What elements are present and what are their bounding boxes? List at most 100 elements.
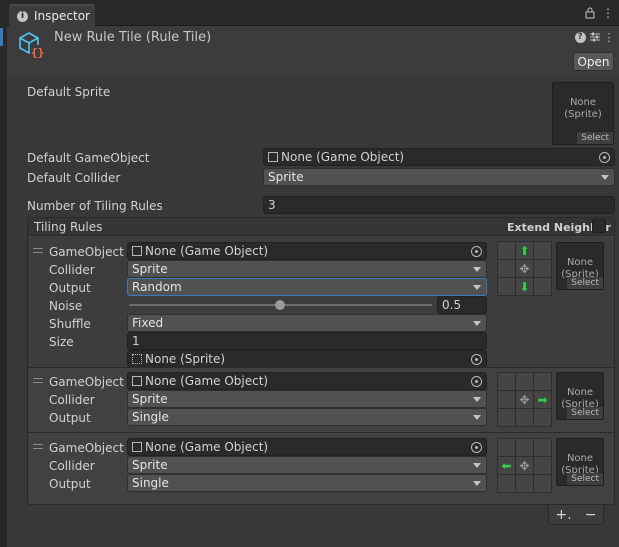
more-icon[interactable]: ⋮ [601,6,615,20]
rule1-sprite-value: None (Sprite) [145,352,226,366]
chevron-down-icon [473,267,481,272]
sprite-select-button[interactable]: Select [577,132,613,144]
grid-cell[interactable] [498,409,515,426]
rule1-noise-input[interactable]: 0.5 [437,296,487,314]
rule2-sprite-box[interactable]: None (Sprite) Select [556,372,604,420]
grid-cell[interactable] [534,475,551,492]
gameobject-icon [132,246,142,256]
add-rule-button[interactable]: +. [556,507,572,523]
rule3-sprite-box[interactable]: None (Sprite) Select [556,438,604,486]
rule1-sprite-box[interactable]: None (Sprite) Select [556,242,604,290]
rule3-gameobject-value: None (Game Object) [145,440,269,454]
rule1-gameobject-value: None (Game Object) [145,244,269,258]
sidebar-marker [0,28,3,46]
rule1-output-dropdown[interactable]: Random [127,278,487,296]
rule-divider [28,432,614,433]
default-gameobject-field[interactable]: None (Game Object) [263,148,615,166]
lock-icon[interactable] [583,6,597,20]
object-picker-icon[interactable] [471,376,482,387]
rule1-noise-label: Noise [49,299,83,313]
open-button[interactable]: Open [573,52,614,71]
grid-cell[interactable] [534,373,551,390]
grid-cell[interactable] [534,242,551,259]
rule2-gameobject-field[interactable]: None (Game Object) [127,372,487,390]
info-icon: i [17,10,28,22]
default-gameobject-label: Default GameObject [27,151,150,165]
grid-cell[interactable] [534,439,551,456]
rule1-shuffle-dropdown[interactable]: Fixed [127,314,487,332]
asset-title: New Rule Tile (Rule Tile) [54,30,212,45]
chevron-down-icon [473,415,481,420]
help-icon[interactable]: ? [573,30,587,44]
rule3-output-label: Output [49,477,91,491]
grid-cell[interactable] [534,457,551,474]
grid-cell[interactable] [534,260,551,277]
rule1-gameobject-field[interactable]: None (Game Object) [127,242,487,260]
object-picker-icon[interactable] [599,152,610,163]
rule2-collider-dropdown[interactable]: Sprite [127,390,487,408]
more-icon[interactable]: ⋮ [602,30,616,44]
rule3-neighbor-grid[interactable]: ⬅ ✥ [497,438,552,493]
sprite-select-button[interactable]: Select [567,277,603,289]
drag-handle-icon[interactable] [33,248,43,253]
rule3-collider-dropdown[interactable]: Sprite [127,456,487,474]
grid-cell[interactable] [516,439,533,456]
drag-handle-icon[interactable] [33,444,43,449]
rule1-neighbor-grid[interactable]: ⬆ ✥ ⬇ [497,241,552,296]
arrow-right-icon[interactable]: ➡ [534,391,551,408]
grid-cell[interactable] [516,475,533,492]
tab-inspector[interactable]: i Inspector [9,4,95,26]
object-picker-icon[interactable] [471,246,482,257]
chevron-down-icon [473,481,481,486]
grid-cell[interactable] [498,373,515,390]
grid-cell[interactable] [498,260,515,277]
gameobject-icon [268,152,278,162]
grid-cell[interactable] [516,409,533,426]
rule1-collider-label: Collider [49,263,95,277]
rule1-sprite-field[interactable]: None (Sprite) [127,350,487,368]
default-gameobject-value: None (Game Object) [281,150,405,164]
extend-neighbor-checkbox[interactable] [592,219,606,233]
sprite-select-button[interactable]: Select [567,407,603,419]
rule3-output-dropdown[interactable]: Single [127,474,487,492]
remove-rule-button[interactable]: − [585,507,597,523]
grid-cell[interactable] [498,439,515,456]
center-tile-icon: ✥ [516,457,533,474]
rule3-gameobject-label: GameObject [49,441,124,455]
tiling-rules-title: Tiling Rules [34,220,103,234]
grid-cell[interactable] [498,391,515,408]
drag-handle-icon[interactable] [33,378,43,383]
presets-icon[interactable] [588,30,602,44]
grid-cell[interactable] [498,278,515,295]
arrow-up-icon[interactable]: ⬆ [516,242,533,259]
object-picker-icon[interactable] [471,354,482,365]
rule2-output-dropdown[interactable]: Single [127,408,487,426]
center-tile-icon: ✥ [516,260,533,277]
rule2-neighbor-grid[interactable]: ✥ ➡ [497,372,552,427]
rule3-gameobject-field[interactable]: None (Game Object) [127,438,487,456]
arrow-down-icon[interactable]: ⬇ [516,278,533,295]
noise-slider-handle[interactable] [275,300,285,310]
sprite-select-button[interactable]: Select [567,473,603,485]
rule2-collider-value: Sprite [132,392,168,406]
chevron-down-icon [601,175,609,180]
grid-cell[interactable] [534,409,551,426]
object-picker-icon[interactable] [471,442,482,453]
rule2-collider-label: Collider [49,393,95,407]
grid-cell[interactable] [498,242,515,259]
rule1-size-input[interactable]: 1 [127,332,487,350]
grid-cell[interactable] [516,373,533,390]
default-collider-dropdown[interactable]: Sprite [263,168,615,186]
default-sprite-field[interactable]: None (Sprite) Select [552,82,614,145]
rule1-collider-dropdown[interactable]: Sprite [127,260,487,278]
grid-cell[interactable] [498,475,515,492]
arrow-left-icon[interactable]: ⬅ [498,457,515,474]
rule1-shuffle-label: Shuffle [49,317,91,331]
rule-divider [28,367,614,368]
svg-text:{}: {} [31,46,44,59]
num-rules-input[interactable]: 3 [263,196,615,214]
default-collider-label: Default Collider [27,171,121,185]
rule2-output-label: Output [49,411,91,425]
grid-cell[interactable] [534,278,551,295]
sprite-icon [132,354,142,364]
